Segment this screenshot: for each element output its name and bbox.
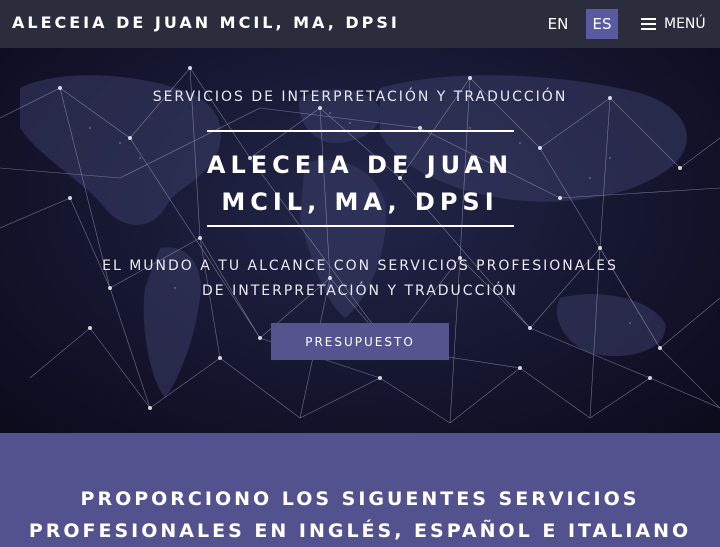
- title-divider-bottom: [207, 225, 514, 227]
- site-brand[interactable]: ALECEIA DE JUAN MCIL, MA, DPSI: [12, 13, 400, 32]
- menu-label: MENÚ: [664, 16, 706, 32]
- hero-tagline-line-1: EL MUNDO A TU ALCANCE CON SERVICIOS PROF…: [102, 258, 618, 274]
- hero-tagline-line-2: DE INTERPRETACIÓN Y TRADUCCIÓN: [202, 283, 518, 299]
- hero-title: ALECEIA DE JUAN MCIL, MA, DPSI: [150, 147, 570, 221]
- hero-tagline: EL MUNDO A TU ALCANCE CON SERVICIOS PROF…: [40, 254, 680, 304]
- top-navbar: ALECEIA DE JUAN MCIL, MA, DPSI EN ES MEN…: [0, 0, 720, 48]
- services-heading-line-1: PROPORCIONO LOS SIGUENTES SERVICIOS: [80, 488, 640, 510]
- services-section: PROPORCIONO LOS SIGUENTES SERVICIOS PROF…: [0, 433, 720, 547]
- hero-subtitle: SERVICIOS DE INTERPRETACIÓN Y TRADUCCIÓN: [152, 89, 568, 105]
- services-heading: PROPORCIONO LOS SIGUENTES SERVICIOS PROF…: [10, 483, 710, 547]
- hamburger-icon: [641, 18, 656, 30]
- hero-title-line-2: MCIL, MA, DPSI: [221, 188, 499, 216]
- hero-title-line-1: ALECEIA DE JUAN: [206, 151, 514, 179]
- world-network-background: [0, 66, 720, 424]
- title-divider-top: [207, 130, 514, 132]
- hero-section: SERVICIOS DE INTERPRETACIÓN Y TRADUCCIÓN…: [0, 48, 720, 433]
- quote-button[interactable]: PRESUPUESTO: [271, 323, 449, 360]
- lang-es-link[interactable]: ES: [586, 9, 618, 39]
- lang-en-link[interactable]: EN: [542, 9, 574, 39]
- menu-button[interactable]: MENÚ: [641, 9, 706, 39]
- services-heading-line-2: PROFESIONALES EN INGLÉS, ESPAÑOL E ITALI…: [28, 520, 692, 542]
